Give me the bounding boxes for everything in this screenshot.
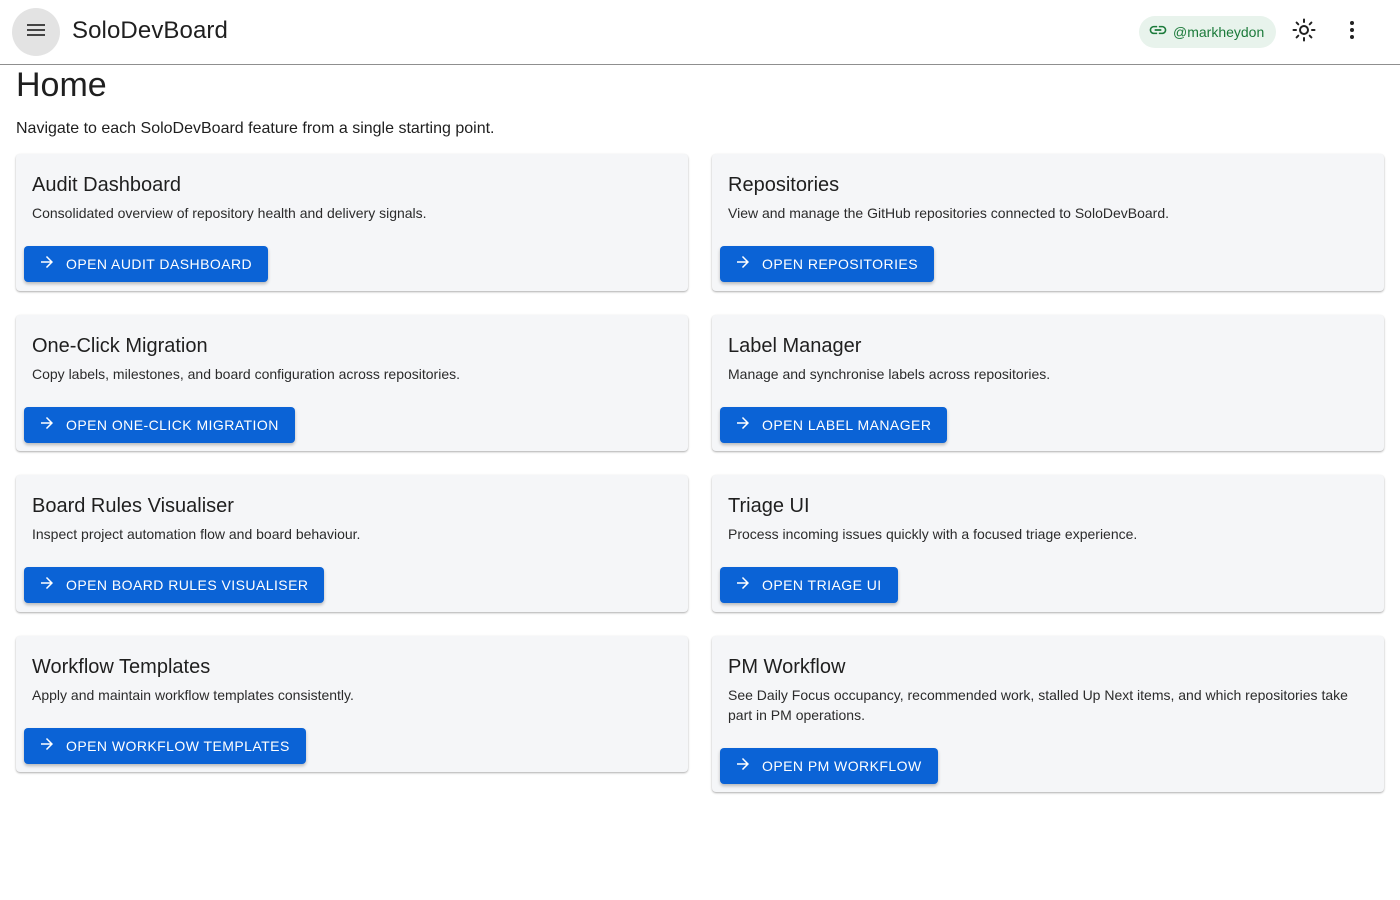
open-repositories-button[interactable]: OPEN REPOSITORIES bbox=[720, 246, 934, 282]
card-repositories: Repositories View and manage the GitHub … bbox=[712, 154, 1384, 291]
sun-icon bbox=[1292, 18, 1316, 47]
open-workflow-templates-button[interactable]: OPEN WORKFLOW TEMPLATES bbox=[24, 728, 306, 764]
card-workflow-templates: Workflow Templates Apply and maintain wo… bbox=[16, 636, 688, 772]
card-title: Board Rules Visualiser bbox=[32, 495, 234, 517]
arrow-forward-icon bbox=[734, 253, 752, 276]
open-one-click-migration-button[interactable]: OPEN ONE-CLICK MIGRATION bbox=[24, 407, 295, 443]
open-triage-ui-button[interactable]: OPEN TRIAGE UI bbox=[720, 567, 898, 603]
arrow-forward-icon bbox=[734, 414, 752, 437]
card-title: Triage UI bbox=[728, 495, 810, 517]
card-title: One-Click Migration bbox=[32, 335, 208, 357]
card-audit-dashboard: Audit Dashboard Consolidated overview of… bbox=[16, 154, 688, 291]
link-icon bbox=[1148, 20, 1168, 45]
card-one-click-migration: One-Click Migration Copy labels, milesto… bbox=[16, 315, 688, 451]
card-description: Copy labels, milestones, and board confi… bbox=[32, 366, 461, 382]
card-pm-workflow: PM Workflow See Daily Focus occupancy, r… bbox=[712, 636, 1384, 792]
card-label-manager: Label Manager Manage and synchronise lab… bbox=[712, 315, 1384, 451]
more-vert-icon bbox=[1340, 18, 1364, 47]
arrow-forward-icon bbox=[38, 414, 56, 437]
theme-toggle-button[interactable] bbox=[1284, 12, 1324, 52]
card-description: Apply and maintain workflow templates co… bbox=[32, 687, 354, 703]
menu-icon bbox=[24, 18, 48, 47]
menu-button[interactable] bbox=[12, 8, 60, 56]
button-label: OPEN PM WORKFLOW bbox=[762, 758, 922, 774]
arrow-forward-icon bbox=[38, 574, 56, 597]
card-description: Consolidated overview of repository heal… bbox=[32, 205, 427, 221]
card-title: Audit Dashboard bbox=[32, 174, 181, 196]
arrow-forward-icon bbox=[38, 253, 56, 276]
open-audit-dashboard-button[interactable]: OPEN AUDIT DASHBOARD bbox=[24, 246, 269, 282]
card-description: View and manage the GitHub repositories … bbox=[728, 205, 1170, 221]
button-label: OPEN AUDIT DASHBOARD bbox=[66, 256, 253, 272]
button-label: OPEN WORKFLOW TEMPLATES bbox=[66, 738, 290, 754]
card-description: Process incoming issues quickly with a f… bbox=[728, 526, 1138, 542]
card-description: Inspect project automation flow and boar… bbox=[32, 526, 361, 542]
button-label: OPEN TRIAGE UI bbox=[762, 577, 882, 593]
card-title: Repositories bbox=[728, 174, 840, 196]
open-board-rules-visualiser-button[interactable]: OPEN BOARD RULES VISUALISER bbox=[24, 567, 325, 603]
button-label: OPEN LABEL MANAGER bbox=[762, 417, 932, 433]
button-label: OPEN REPOSITORIES bbox=[762, 256, 918, 272]
card-title: PM Workflow bbox=[728, 656, 846, 678]
arrow-forward-icon bbox=[734, 755, 752, 778]
app-bar: SoloDevBoard @markheydon bbox=[0, 0, 1400, 65]
card-title: Workflow Templates bbox=[32, 656, 211, 678]
button-label: OPEN BOARD RULES VISUALISER bbox=[66, 577, 309, 593]
app-title: SoloDevBoard bbox=[72, 17, 228, 44]
arrow-forward-icon bbox=[38, 735, 56, 758]
user-chip[interactable]: @markheydon bbox=[1139, 16, 1276, 48]
user-chip-label: @markheydon bbox=[1173, 24, 1265, 40]
card-description: Manage and synchronise labels across rep… bbox=[728, 366, 1051, 382]
more-options-button[interactable] bbox=[1332, 12, 1372, 52]
card-description: See Daily Focus occupancy, recommended w… bbox=[728, 687, 1348, 723]
card-board-rules-visualiser: Board Rules Visualiser Inspect project a… bbox=[16, 475, 688, 612]
arrow-forward-icon bbox=[734, 574, 752, 597]
open-label-manager-button[interactable]: OPEN LABEL MANAGER bbox=[720, 407, 948, 443]
card-title: Label Manager bbox=[728, 335, 862, 357]
page-title: Home bbox=[16, 66, 107, 104]
open-pm-workflow-button[interactable]: OPEN PM WORKFLOW bbox=[720, 748, 938, 784]
page-description: Navigate to each SoloDevBoard feature fr… bbox=[16, 120, 495, 137]
card-triage-ui: Triage UI Process incoming issues quickl… bbox=[712, 475, 1384, 612]
button-label: OPEN ONE-CLICK MIGRATION bbox=[66, 417, 279, 433]
